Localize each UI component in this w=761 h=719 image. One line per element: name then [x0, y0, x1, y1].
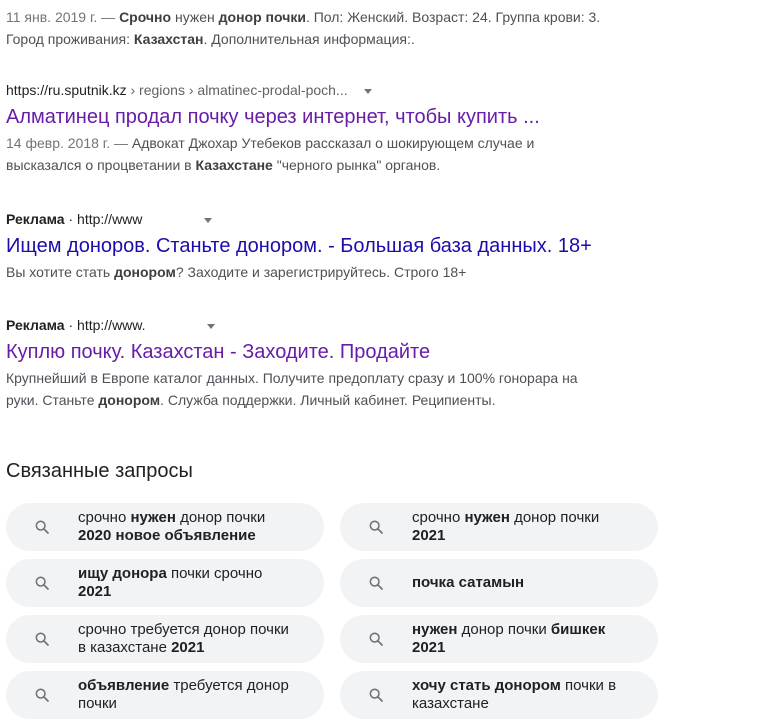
- result-snippet: 14 февр. 2018 г. — Адвокат Джохар Утебек…: [6, 135, 535, 173]
- ad-dot: ·: [68, 317, 78, 333]
- related-search-text: срочно требуется донор почки в казахстане…: [78, 621, 289, 656]
- related-search-text: хочу стать донором почки в казахстане: [412, 677, 617, 712]
- search-icon: [368, 687, 384, 703]
- chevron-down-icon[interactable]: [207, 323, 216, 329]
- search-icon: [34, 575, 50, 591]
- related-search-text: нужен донор почки бишкек 2021: [412, 621, 606, 656]
- related-search-chip[interactable]: срочно требуется донор почки в казахстане…: [6, 615, 324, 663]
- ad-title-link[interactable]: Ищем доноров. Станьте донором. - Большая…: [6, 233, 606, 259]
- ad-result-donors: Реклама · http://www Ищем доноров. Стань…: [6, 209, 606, 283]
- search-icon: [368, 631, 384, 647]
- chevron-down-icon[interactable]: [363, 88, 372, 94]
- ad-label: Реклама: [6, 317, 65, 333]
- result-url-host: https://ru.sputnik.kz: [6, 82, 127, 98]
- ad-url-line: Реклама · http://www.: [6, 315, 606, 335]
- search-icon: [34, 519, 50, 535]
- related-search-chip[interactable]: срочно нужен донор почки 2020 новое объяв…: [6, 503, 324, 551]
- related-search-chip[interactable]: хочу стать донором почки в казахстане: [340, 671, 658, 719]
- related-search-chip[interactable]: нужен донор почки бишкек 2021: [340, 615, 658, 663]
- search-result-sputnik: https://ru.sputnik.kz › regions › almati…: [6, 80, 606, 176]
- related-search-text: почка сатамын: [412, 574, 525, 591]
- related-search-text: ищу донора почки срочно 2021: [78, 565, 263, 600]
- ad-snippet: Вы хотите стать донором? Заходите и заре…: [6, 264, 467, 280]
- search-result-kidney-donor-ad: 11 янв. 2019 г. — Срочно нужен донор поч…: [6, 6, 606, 50]
- related-searches-heading: Связанные запросы: [6, 460, 193, 482]
- related-search-text: объявление требуется донор почки: [78, 677, 289, 712]
- ad-title-link[interactable]: Куплю почку. Казахстан - Заходите. Прода…: [6, 339, 606, 365]
- related-search-chip[interactable]: срочно нужен донор почки 2021: [340, 503, 658, 551]
- result-url-path: › regions › almatinec-prodal-poch...: [126, 82, 348, 98]
- related-search-chip[interactable]: объявление требуется донор почки: [6, 671, 324, 719]
- related-search-text: срочно нужен донор почки 2020 новое объяв…: [78, 509, 266, 544]
- search-icon: [368, 575, 384, 591]
- ad-url[interactable]: http://www: [77, 211, 142, 227]
- chevron-down-icon[interactable]: [204, 217, 213, 223]
- ad-label: Реклама: [6, 211, 65, 227]
- ad-snippet: Крупнейший в Европе каталог данных. Полу…: [6, 370, 578, 408]
- ad-url-line: Реклама · http://www: [6, 209, 606, 229]
- result-snippet: 11 янв. 2019 г. — Срочно нужен донор поч…: [6, 9, 601, 47]
- result-title-link[interactable]: Алматинец продал почку через интернет, ч…: [6, 104, 606, 130]
- ad-dot: ·: [68, 211, 78, 227]
- result-url[interactable]: https://ru.sputnik.kz › regions › almati…: [6, 80, 606, 100]
- ad-result-buy-kidney: Реклама · http://www. Куплю почку. Казах…: [6, 315, 606, 411]
- ad-url[interactable]: http://www.: [77, 317, 145, 333]
- search-icon: [34, 631, 50, 647]
- related-search-text: срочно нужен донор почки 2021: [412, 509, 600, 544]
- search-icon: [34, 687, 50, 703]
- related-search-chip[interactable]: почка сатамын: [340, 559, 658, 607]
- search-icon: [368, 519, 384, 535]
- related-search-chip[interactable]: ищу донора почки срочно 2021: [6, 559, 324, 607]
